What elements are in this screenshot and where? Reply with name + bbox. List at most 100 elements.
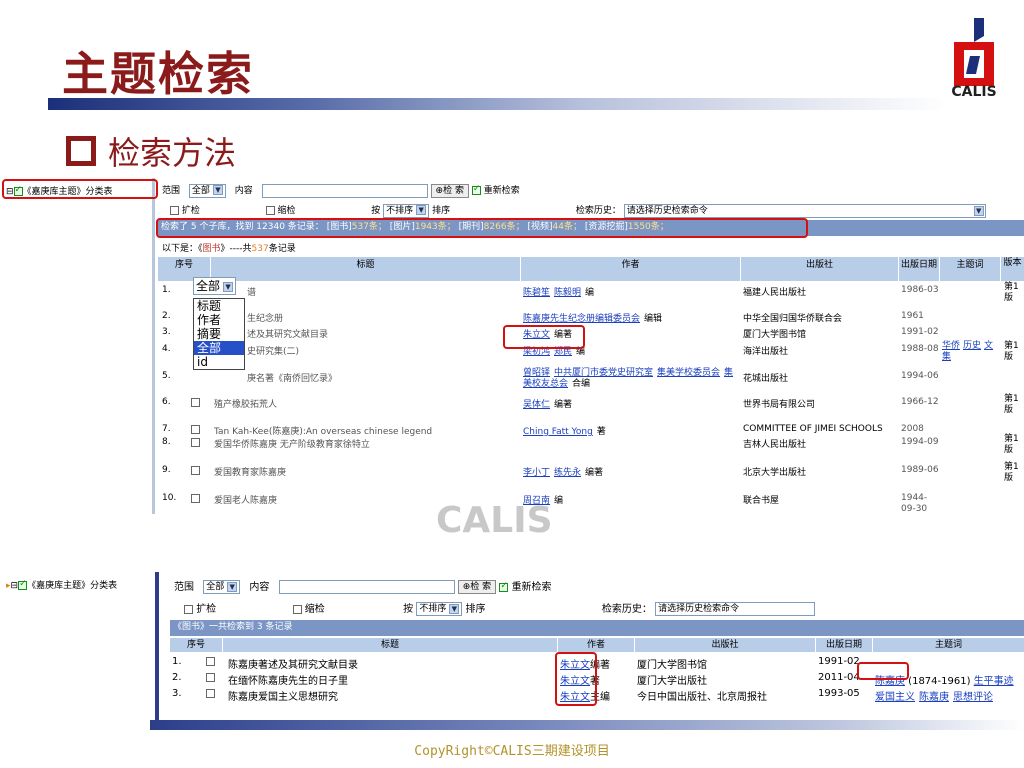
col-header-publisher[interactable]: 出版社 <box>741 257 898 281</box>
row-publisher: 中华全国归国华侨联合会 <box>743 314 843 324</box>
row-checkbox[interactable] <box>191 466 200 475</box>
row-publisher: 海洋出版社 <box>743 347 789 357</box>
row-number: 8. <box>162 437 171 447</box>
subject-link[interactable]: 生平事迹 <box>974 676 1014 687</box>
row-title[interactable]: 爱国老人陈嘉庚 <box>214 493 277 506</box>
row-checkbox[interactable] <box>191 398 200 407</box>
author-link[interactable]: Ching Fatt Yong <box>523 427 593 437</box>
row-title[interactable]: Tan Kah-Kee(陈嘉庚):An overseas chinese leg… <box>214 424 432 437</box>
row-date: 1989-06 <box>901 465 939 475</box>
subject-link[interactable]: 思想评论 <box>953 692 993 703</box>
col-header-publisher[interactable]: 出版社 <box>635 638 815 652</box>
row-title[interactable]: 爱国教育家陈嘉庚 <box>214 465 286 478</box>
row-checkbox[interactable] <box>191 494 200 503</box>
subject-link[interactable]: 华侨 <box>942 341 960 351</box>
content-input[interactable] <box>278 580 455 594</box>
row-title[interactable]: 在缅怀陈嘉庚先生的日子里 <box>228 672 348 687</box>
author-link[interactable]: 陈碧笙 <box>523 288 550 298</box>
bullet-square-icon <box>66 136 96 166</box>
chevron-down-icon: ▼ <box>223 281 234 292</box>
row-title[interactable]: 陈嘉庚爱国主义思想研究 <box>228 688 338 703</box>
author-link[interactable]: 陈嘉庚先生纪念册编辑委员会 <box>523 314 640 324</box>
expand-checkbox[interactable] <box>184 604 193 614</box>
dropdown-option[interactable]: 标题 <box>194 299 244 313</box>
dropdown-option[interactable]: 作者 <box>194 313 244 327</box>
row-number: 2. <box>162 311 171 321</box>
row-date: 1986-03 <box>901 285 939 295</box>
search-button[interactable]: ⊕检 索 <box>430 183 469 198</box>
row-checkbox[interactable] <box>191 438 200 447</box>
dropdown-option[interactable]: id <box>194 355 244 369</box>
author-link[interactable]: 曾昭铎 <box>523 368 550 378</box>
row-publisher: 厦门大学出版社 <box>637 676 707 687</box>
sort-select[interactable]: 不排序 ▼ <box>383 203 430 218</box>
col-header-subject[interactable]: 主题词 <box>940 257 1000 281</box>
sort-select[interactable]: 不排序 ▼ <box>416 602 463 616</box>
col-header-title[interactable]: 标题 <box>211 257 520 281</box>
author-link[interactable]: 李小丁 <box>523 468 550 478</box>
tree-divider <box>152 178 155 514</box>
row-publisher: 花城出版社 <box>743 374 789 384</box>
subject-link[interactable]: 陈嘉庚 <box>919 692 949 703</box>
dropdown-option[interactable]: 摘要 <box>194 327 244 341</box>
scope-select[interactable]: 全部 ▼ <box>188 183 226 198</box>
author-link[interactable]: 吴体仁 <box>523 400 550 410</box>
row-checkbox[interactable] <box>206 657 215 666</box>
highlight-subject <box>857 662 909 680</box>
col-header-no[interactable]: 序号 <box>170 638 222 652</box>
tree-checkbox[interactable] <box>18 579 28 590</box>
col-header-author[interactable]: 作者 <box>521 257 740 281</box>
row-publisher: 福建人民出版社 <box>743 288 807 298</box>
col-header-date[interactable]: 出版日期 <box>816 638 872 652</box>
search-button[interactable]: ⊕检 索 <box>457 580 497 594</box>
row-number: 3. <box>172 688 182 699</box>
row-date: 1994-06 <box>901 371 939 381</box>
col-header-date[interactable]: 出版日期 <box>899 257 939 281</box>
row-title[interactable]: 生纪念册 <box>247 311 283 324</box>
row-checkbox[interactable] <box>191 425 200 434</box>
category-tree-item[interactable]: ▸⊟《嘉庚库主题》分类表 <box>6 578 117 591</box>
author-link[interactable]: 陈毅明 <box>554 288 581 298</box>
chevron-down-icon: ▼ <box>212 185 223 195</box>
col-header-title[interactable]: 标题 <box>223 638 557 652</box>
col-header-edition[interactable]: 版本 <box>1001 257 1024 281</box>
row-number: 1. <box>162 285 171 295</box>
row-title[interactable]: 史研究集(二) <box>247 344 299 357</box>
row-date: 2011-04 <box>818 672 860 683</box>
chevron-down-icon: ▼ <box>227 581 238 592</box>
row-title[interactable]: 陈嘉庚著述及其研究文献目录 <box>228 656 358 671</box>
subject-link[interactable]: 历史 <box>963 341 981 351</box>
row-title[interactable]: 谱 <box>247 285 256 298</box>
narrow-checkbox[interactable] <box>292 604 302 614</box>
history-select[interactable]: 请选择历史检索命令 ▼ <box>623 203 986 218</box>
row-publisher: 联合书屋 <box>743 496 780 506</box>
narrow-checkbox[interactable] <box>265 206 275 215</box>
dropdown-option-selected[interactable]: 全部 <box>194 341 244 355</box>
col-header-author[interactable]: 作者 <box>558 638 634 652</box>
row-title[interactable]: 述及其研究文献目录 <box>247 327 328 340</box>
author-role: 合编 <box>572 379 591 389</box>
author-link[interactable]: 集美学校委员会 <box>657 368 720 378</box>
row-title[interactable]: 庚名著《南侨回忆录》 <box>247 371 337 384</box>
history-select[interactable]: 请选择历史检索命令 <box>655 602 816 616</box>
expand-checkbox[interactable] <box>170 206 179 215</box>
row-date: 2008 <box>901 424 924 434</box>
row-title[interactable]: 爱国华侨陈嘉庚 无产阶级教育家徐特立 <box>214 437 370 450</box>
field-select[interactable]: 全部 ▼ <box>193 277 237 295</box>
row-date: 1991-02 <box>818 656 860 667</box>
rescan-checkbox[interactable] <box>499 581 509 592</box>
search-icon: ⊕ <box>435 185 444 196</box>
row-title[interactable]: 殖产橡胶拓荒人 <box>214 397 277 410</box>
rescan-checkbox[interactable] <box>471 184 481 195</box>
author-link[interactable]: 练先永 <box>554 468 581 478</box>
row-date: 1993-05 <box>818 688 860 699</box>
row-number: 3. <box>162 327 171 337</box>
col-header-subject[interactable]: 主题词 <box>873 638 1024 652</box>
subject-link[interactable]: 爱国主义 <box>875 692 915 703</box>
scope-select[interactable]: 全部 ▼ <box>203 580 241 594</box>
row-publisher: 厦门大学图书馆 <box>743 330 807 340</box>
row-checkbox[interactable] <box>206 673 215 682</box>
content-input[interactable] <box>261 183 428 198</box>
author-link[interactable]: 中共厦门市委党史研究室 <box>554 368 653 378</box>
row-checkbox[interactable] <box>206 689 215 698</box>
